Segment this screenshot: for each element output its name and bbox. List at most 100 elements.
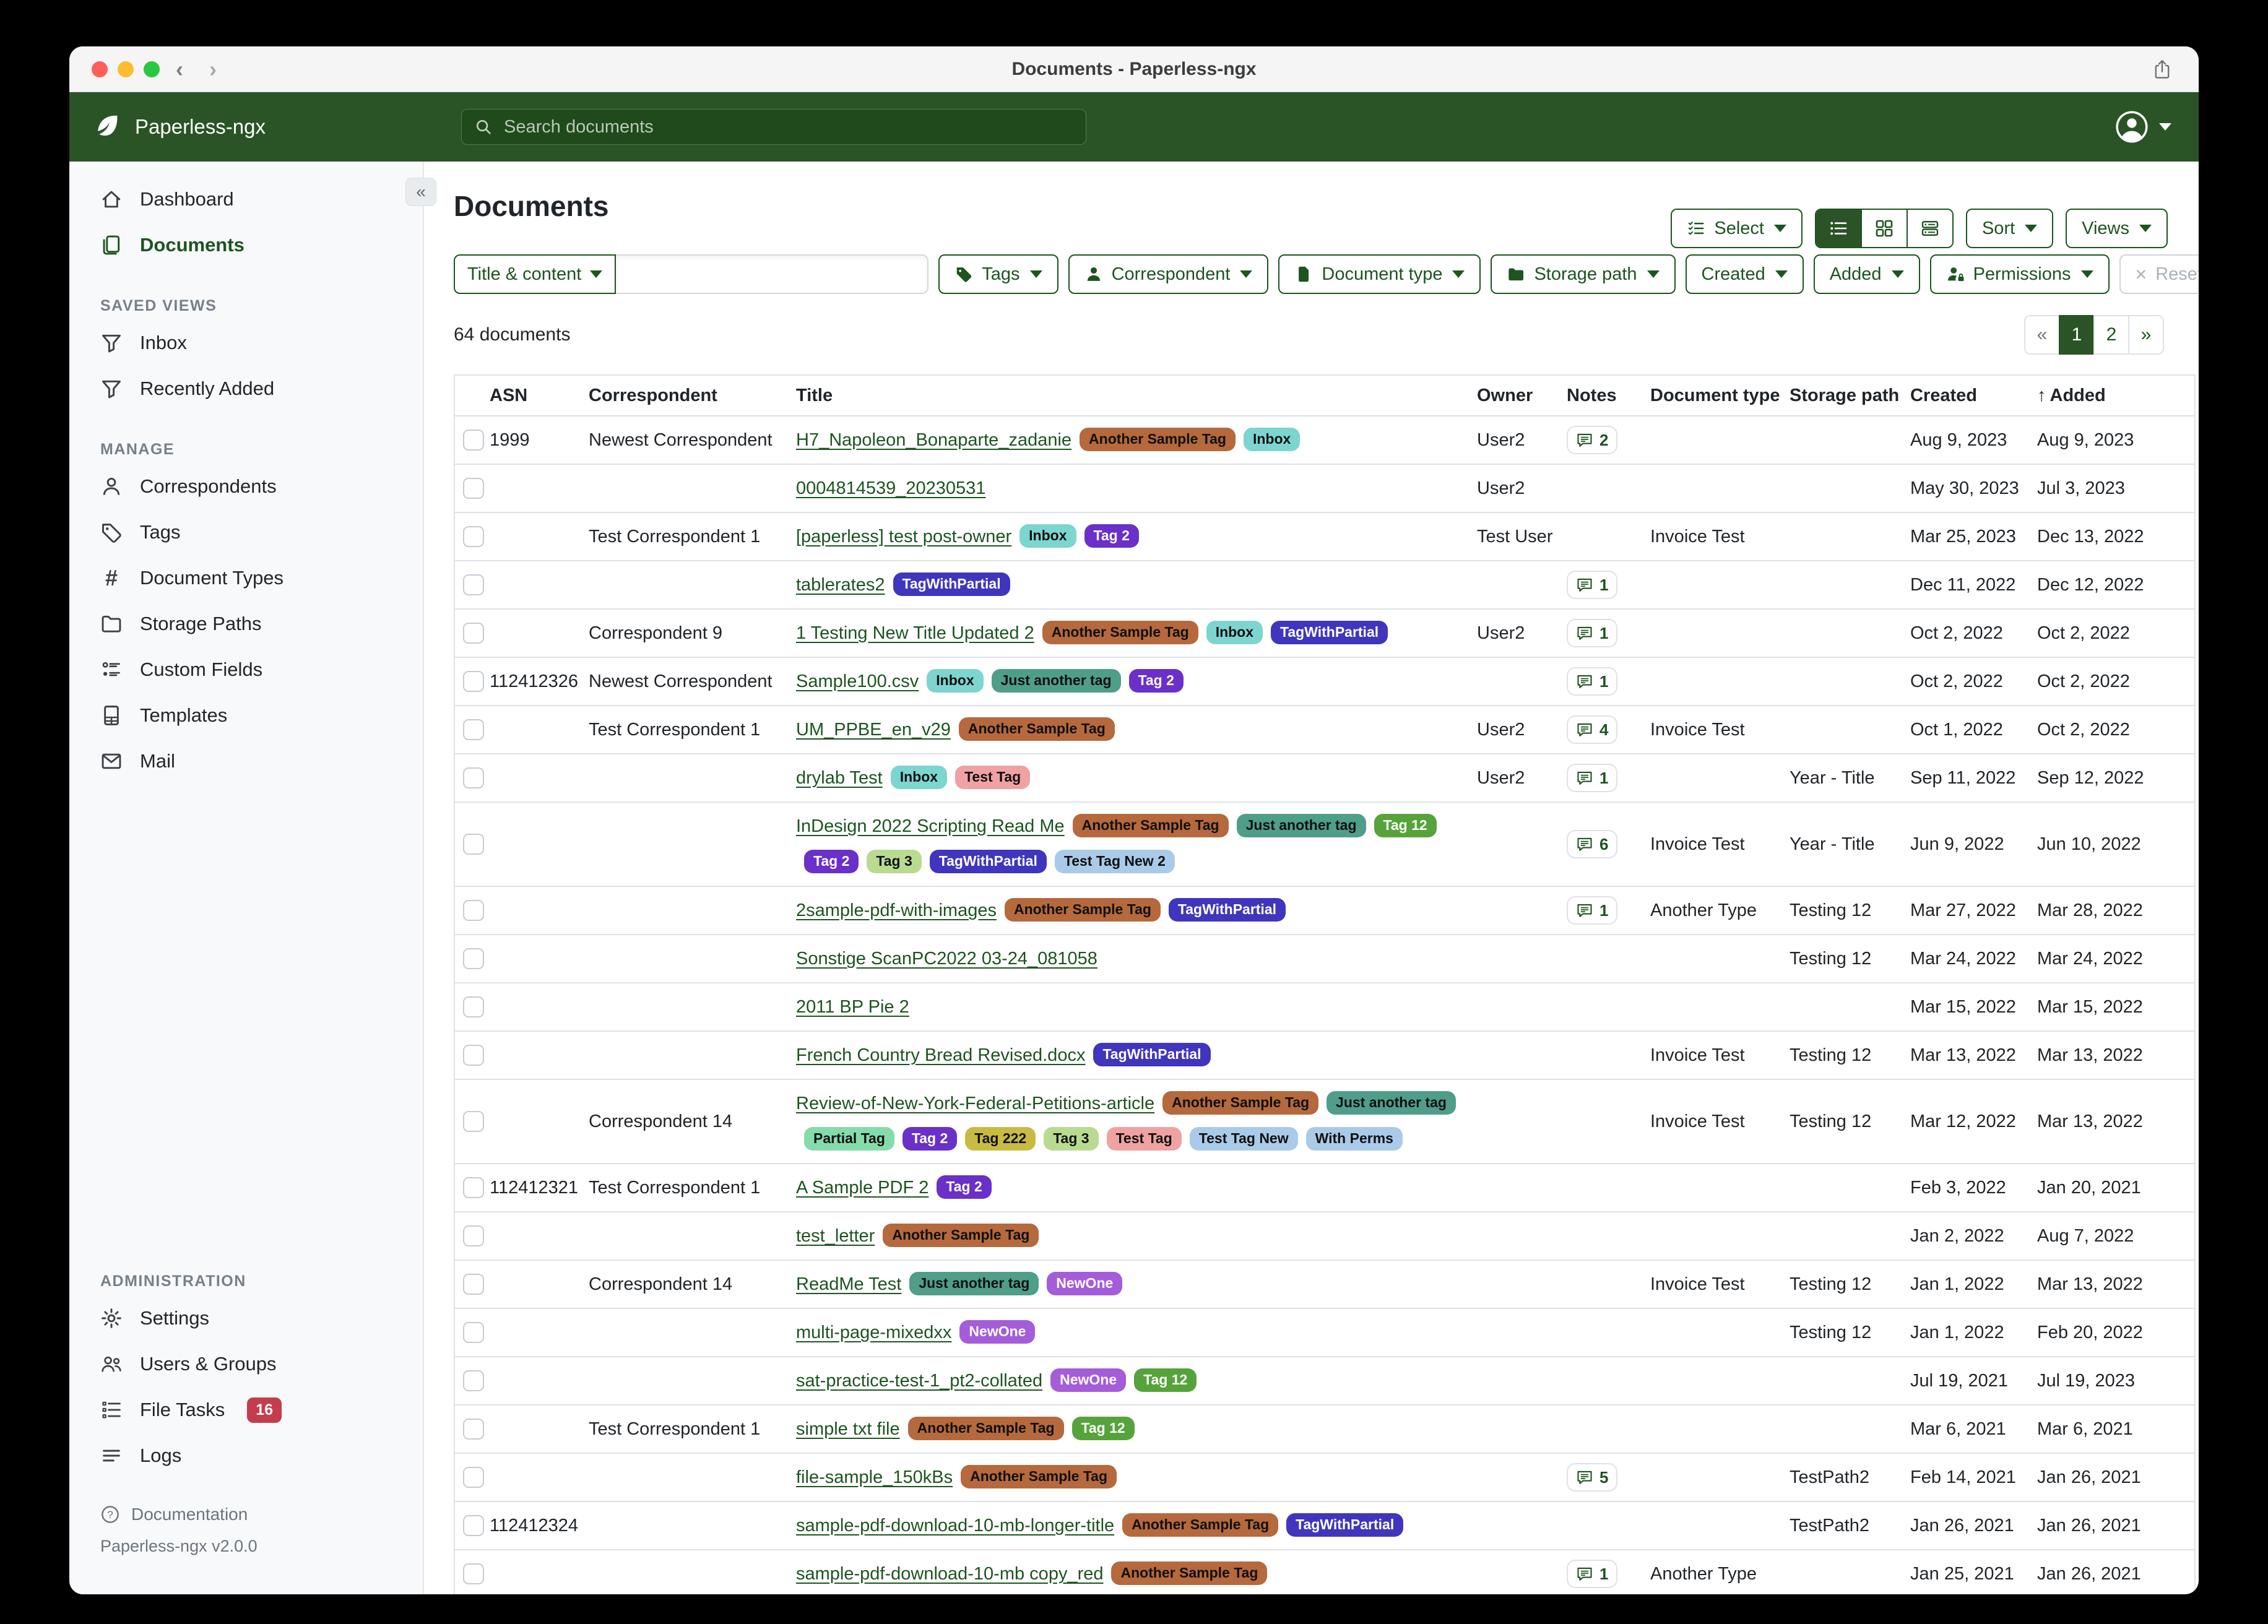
tag-badge[interactable]: Another Sample Tag bbox=[883, 1224, 1039, 1247]
sidebar-item-recently-added[interactable]: Recently Added bbox=[69, 366, 423, 412]
search-input[interactable] bbox=[503, 116, 1086, 138]
row-checkbox[interactable] bbox=[463, 1177, 484, 1198]
document-title-link[interactable]: simple txt file bbox=[796, 1419, 900, 1439]
document-title-link[interactable]: Sample100.csv bbox=[796, 672, 919, 691]
document-title-link[interactable]: Sonstige ScanPC2022 03-24_081058 bbox=[796, 949, 1097, 969]
share-icon[interactable] bbox=[2152, 57, 2173, 82]
views-button[interactable]: Views bbox=[2066, 209, 2168, 248]
tag-badge[interactable]: Test Tag bbox=[955, 766, 1030, 789]
column-header-title[interactable]: Title bbox=[796, 375, 1477, 416]
document-title-link[interactable]: sample-pdf-download-10-mb-longer-title bbox=[796, 1516, 1114, 1535]
sidebar-item-custom-fields[interactable]: Custom Fields bbox=[69, 647, 423, 693]
tag-badge[interactable]: Just another tag bbox=[1237, 814, 1366, 837]
row-checkbox[interactable] bbox=[463, 574, 484, 595]
filter-button-permissions[interactable]: Permissions bbox=[1930, 254, 2110, 294]
document-title-link[interactable]: InDesign 2022 Scripting Read Me bbox=[796, 816, 1065, 836]
row-checkbox[interactable] bbox=[463, 1225, 484, 1246]
tag-badge[interactable]: Tag 2 bbox=[937, 1175, 991, 1199]
notes-badge[interactable]: 2 bbox=[1567, 426, 1617, 454]
tag-badge[interactable]: Tag 2 bbox=[804, 850, 859, 873]
sidebar-item-document-types[interactable]: #Document Types bbox=[69, 555, 423, 601]
sidebar-item-logs[interactable]: Logs bbox=[69, 1433, 423, 1479]
document-title-link[interactable]: 0004814539_20230531 bbox=[796, 478, 985, 498]
tag-badge[interactable]: TagWithPartial bbox=[893, 572, 1010, 596]
documentation-link[interactable]: ? Documentation bbox=[69, 1497, 423, 1532]
close-window-button[interactable] bbox=[92, 61, 108, 77]
page-button-1[interactable]: 1 bbox=[2059, 315, 2095, 355]
tag-badge[interactable]: TagWithPartial bbox=[930, 850, 1047, 873]
row-checkbox[interactable] bbox=[463, 1322, 484, 1343]
filter-button-document-type[interactable]: Document type bbox=[1278, 254, 1481, 294]
row-checkbox[interactable] bbox=[463, 1419, 484, 1440]
tag-badge[interactable]: Tag 2 bbox=[1129, 669, 1184, 693]
browser-back-icon[interactable]: ‹ bbox=[176, 56, 183, 82]
filter-button-reset-filters[interactable]: ×Reset filters bbox=[2119, 254, 2199, 294]
column-header-document-type[interactable]: Document type bbox=[1650, 375, 1790, 416]
tag-badge[interactable]: Test Tag New bbox=[1190, 1127, 1298, 1151]
row-checkbox[interactable] bbox=[463, 834, 484, 855]
tag-badge[interactable]: Inbox bbox=[1244, 428, 1300, 451]
document-title-link[interactable]: Review-of-New-York-Federal-Petitions-art… bbox=[796, 1094, 1154, 1113]
notes-badge[interactable]: 1 bbox=[1567, 1560, 1617, 1588]
sidebar-item-dashboard[interactable]: Dashboard bbox=[69, 176, 423, 222]
document-title-link[interactable]: H7_Napoleon_Bonaparte_zadanie bbox=[796, 430, 1071, 450]
page-button-prev[interactable]: « bbox=[2024, 315, 2060, 355]
row-checkbox[interactable] bbox=[463, 1045, 484, 1066]
tag-badge[interactable]: NewOne bbox=[1047, 1272, 1122, 1295]
filter-button-added[interactable]: Added bbox=[1814, 254, 1920, 294]
tag-badge[interactable]: Another Sample Tag bbox=[1122, 1513, 1278, 1537]
page-button-2[interactable]: 2 bbox=[2093, 315, 2129, 355]
document-title-link[interactable]: sat-practice-test-1_pt2-collated bbox=[796, 1371, 1042, 1391]
zoom-window-button[interactable] bbox=[144, 61, 160, 77]
tag-badge[interactable]: Another Sample Tag bbox=[1162, 1091, 1318, 1115]
row-checkbox[interactable] bbox=[463, 948, 484, 969]
document-title-link[interactable]: French Country Bread Revised.docx bbox=[796, 1045, 1085, 1065]
minimize-window-button[interactable] bbox=[118, 61, 134, 77]
row-checkbox[interactable] bbox=[463, 430, 484, 451]
tag-badge[interactable]: Test Tag New 2 bbox=[1055, 850, 1175, 873]
sidebar-item-correspondents[interactable]: Correspondents bbox=[69, 464, 423, 509]
tag-badge[interactable]: NewOne bbox=[1050, 1368, 1126, 1392]
notes-badge[interactable]: 5 bbox=[1567, 1463, 1617, 1492]
sidebar-collapse-button[interactable]: « bbox=[405, 178, 436, 206]
tag-badge[interactable]: Tag 2 bbox=[902, 1127, 957, 1151]
view-mode-list-button[interactable] bbox=[1816, 210, 1862, 247]
tag-badge[interactable]: TagWithPartial bbox=[1271, 621, 1388, 644]
document-title-link[interactable]: 2011 BP Pie 2 bbox=[796, 997, 909, 1017]
row-checkbox[interactable] bbox=[463, 1111, 484, 1132]
document-title-link[interactable]: test_letter bbox=[796, 1226, 875, 1246]
document-title-link[interactable]: 2sample-pdf-with-images bbox=[796, 901, 997, 920]
view-mode-details-button[interactable] bbox=[1908, 210, 1952, 247]
view-mode-grid-button[interactable] bbox=[1862, 210, 1908, 247]
row-checkbox[interactable] bbox=[463, 1370, 484, 1391]
sidebar-item-documents[interactable]: Documents bbox=[69, 222, 423, 268]
row-checkbox[interactable] bbox=[463, 671, 484, 692]
sidebar-item-settings[interactable]: Settings bbox=[69, 1295, 423, 1341]
row-checkbox[interactable] bbox=[463, 1563, 484, 1584]
select-button[interactable]: Select bbox=[1671, 209, 1803, 248]
app-brand[interactable]: Paperless-ngx bbox=[93, 113, 266, 141]
row-checkbox[interactable] bbox=[463, 767, 484, 788]
column-header-asn[interactable]: ASN bbox=[490, 375, 589, 416]
document-title-link[interactable]: multi-page-mixedxx bbox=[796, 1323, 951, 1342]
tag-badge[interactable]: Another Sample Tag bbox=[908, 1417, 1064, 1440]
sidebar-item-inbox[interactable]: Inbox bbox=[69, 320, 423, 366]
tag-badge[interactable]: Tag 222 bbox=[965, 1127, 1036, 1151]
tag-badge[interactable]: Another Sample Tag bbox=[1080, 428, 1236, 451]
notes-badge[interactable]: 1 bbox=[1567, 764, 1617, 792]
row-checkbox[interactable] bbox=[463, 900, 484, 921]
column-header-storage-path[interactable]: Storage path bbox=[1790, 375, 1910, 416]
column-header-owner[interactable]: Owner bbox=[1477, 375, 1567, 416]
row-checkbox[interactable] bbox=[463, 478, 484, 499]
row-checkbox[interactable] bbox=[463, 996, 484, 1017]
document-title-link[interactable]: [paperless] test post-owner bbox=[796, 527, 1011, 546]
sort-button[interactable]: Sort bbox=[1966, 209, 2053, 248]
document-title-link[interactable]: tablerates2 bbox=[796, 575, 885, 595]
tag-badge[interactable]: Inbox bbox=[1206, 621, 1263, 644]
document-title-link[interactable]: drylab Test bbox=[796, 768, 883, 788]
column-header-added[interactable]: ↑Added bbox=[2037, 375, 2195, 416]
tag-badge[interactable]: Inbox bbox=[927, 669, 983, 693]
filter-button-correspondent[interactable]: Correspondent bbox=[1068, 254, 1269, 294]
tag-badge[interactable]: Tag 3 bbox=[867, 850, 921, 873]
notes-badge[interactable]: 4 bbox=[1567, 715, 1617, 744]
